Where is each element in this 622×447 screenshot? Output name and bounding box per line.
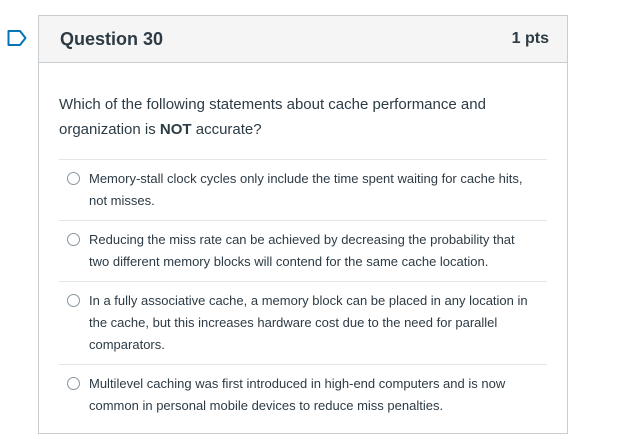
question-title: Question 30 (60, 28, 164, 49)
answer-option-4[interactable]: Multilevel caching was first introduced … (59, 365, 547, 425)
answer-label: Reducing the miss rate can be achieved b… (89, 232, 515, 269)
radio-button[interactable] (67, 233, 80, 246)
question-body: Which of the following statements about … (39, 63, 567, 425)
question-card: Question 30 1 pts Which of the following… (38, 15, 568, 434)
radio-button[interactable] (67, 294, 80, 307)
answer-option-3[interactable]: In a fully associative cache, a memory b… (59, 282, 547, 365)
flag-question-icon[interactable] (7, 29, 27, 47)
question-text: Which of the following statements about … (59, 92, 547, 142)
radio-button[interactable] (67, 377, 80, 390)
question-text-before: Which of the following statements about … (59, 96, 486, 138)
radio-button[interactable] (67, 172, 80, 185)
question-header: Question 30 1 pts (39, 16, 567, 63)
answer-list: Memory-stall clock cycles only include t… (59, 159, 547, 425)
quiz-page: Question 30 1 pts Which of the following… (0, 0, 622, 447)
answer-option-2[interactable]: Reducing the miss rate can be achieved b… (59, 221, 547, 282)
answer-option-1[interactable]: Memory-stall clock cycles only include t… (59, 160, 547, 221)
question-text-emphasis: NOT (159, 121, 192, 138)
question-points: 1 pts (511, 30, 549, 47)
answer-label: In a fully associative cache, a memory b… (89, 293, 528, 352)
question-text-after: accurate? (191, 121, 262, 138)
answer-label: Multilevel caching was first introduced … (89, 376, 506, 413)
answer-label: Memory-stall clock cycles only include t… (89, 171, 523, 208)
